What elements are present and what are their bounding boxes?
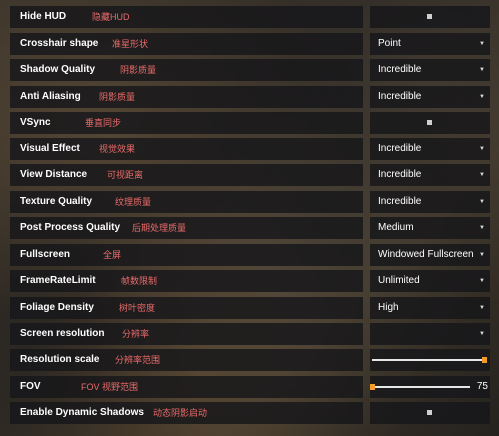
dropdown-value: Incredible (378, 91, 422, 102)
fov-slider[interactable]: 75 (370, 376, 490, 398)
chevron-down-icon: ▼ (479, 278, 485, 284)
setting-label: FrameRateLimit (20, 275, 96, 286)
setting-label-box: Enable Dynamic Shadows 动态阴影启动 (10, 402, 363, 424)
setting-label-box: Shadow Quality 阴影质量 (10, 59, 363, 81)
setting-label-cn: 分辨率范围 (115, 355, 161, 365)
chevron-down-icon: ▼ (479, 305, 485, 311)
visual-effect-dropdown[interactable]: Incredible ▼ (370, 138, 490, 160)
framerate-limit-dropdown[interactable]: Unlimited ▼ (370, 270, 490, 292)
setting-label-cn: 视觉效果 (99, 144, 136, 154)
dropdown-value: Incredible (378, 169, 422, 180)
slider-handle[interactable] (482, 357, 487, 363)
dropdown-value: Incredible (378, 143, 422, 154)
setting-label-box: VSync 垂直同步 (10, 112, 363, 134)
setting-label: VSync (20, 117, 51, 128)
chevron-down-icon: ▼ (479, 331, 485, 337)
setting-label-cn: 树叶密度 (119, 303, 156, 313)
setting-label-box: Anti Aliasing 阴影质量 (10, 86, 363, 108)
slider-track[interactable] (372, 359, 487, 361)
checkbox-icon (427, 14, 432, 19)
chevron-down-icon: ▼ (479, 252, 485, 258)
setting-label: Texture Quality (20, 196, 93, 207)
dropdown-value: Incredible (378, 64, 422, 75)
setting-label: View Distance (20, 169, 88, 180)
setting-label-box: FOV FOV 视野范围 (10, 376, 363, 398)
setting-label: Hide HUD (20, 11, 67, 22)
chevron-down-icon: ▼ (479, 41, 485, 47)
chevron-down-icon: ▼ (479, 199, 485, 205)
setting-label-box: Post Process Quality 后期处理质量 (10, 217, 363, 239)
resolution-scale-slider[interactable] (370, 349, 490, 371)
dropdown-value: High (378, 302, 399, 313)
setting-label-cn: 垂直同步 (85, 118, 122, 128)
setting-label-box: Fullscreen 全屏 (10, 244, 363, 266)
setting-label-cn: 后期处理质量 (132, 223, 187, 233)
checkbox-icon (427, 120, 432, 125)
crosshair-shape-dropdown[interactable]: Point ▼ (370, 33, 490, 55)
slider-track[interactable] (372, 386, 470, 388)
chevron-down-icon: ▼ (479, 67, 485, 73)
dropdown-value: Point (378, 38, 401, 49)
checkbox-icon (427, 410, 432, 415)
hide-hud-checkbox[interactable] (370, 6, 490, 28)
setting-label-cn: 分辨率 (122, 329, 150, 339)
post-process-quality-dropdown[interactable]: Medium ▼ (370, 217, 490, 239)
setting-label: Crosshair shape (20, 38, 99, 49)
setting-label-box: Crosshair shape 准星形状 (10, 33, 363, 55)
setting-label-cn: 纹理质量 (115, 197, 152, 207)
setting-label-cn: 阴影质量 (99, 92, 136, 102)
setting-label-box: Visual Effect 视觉效果 (10, 138, 363, 160)
dropdown-value: Unlimited (378, 275, 420, 286)
chevron-down-icon: ▼ (479, 94, 485, 100)
setting-label-cn: 动态阴影启动 (153, 408, 208, 418)
setting-label: Fullscreen (20, 249, 71, 260)
setting-label: Visual Effect (20, 143, 80, 154)
foliage-density-dropdown[interactable]: High ▼ (370, 297, 490, 319)
setting-label: Post Process Quality (20, 222, 121, 233)
setting-label-cn: 帧数限制 (121, 276, 158, 286)
setting-label-cn: 准星形状 (112, 39, 149, 49)
setting-label-cn: 全屏 (103, 250, 122, 260)
setting-label-box: Foliage Density 树叶密度 (10, 297, 363, 319)
setting-label: FOV (20, 381, 41, 392)
slider-handle[interactable] (370, 384, 375, 390)
setting-label: Shadow Quality (20, 64, 96, 75)
chevron-down-icon: ▼ (479, 225, 485, 231)
setting-label: Resolution scale (20, 354, 100, 365)
dropdown-value: Medium (378, 222, 414, 233)
view-distance-dropdown[interactable]: Incredible ▼ (370, 164, 490, 186)
screen-resolution-dropdown[interactable]: ▼ (370, 323, 490, 345)
texture-quality-dropdown[interactable]: Incredible ▼ (370, 191, 490, 213)
setting-label-cn: FOV 视野范围 (81, 382, 139, 392)
shadow-quality-dropdown[interactable]: Incredible ▼ (370, 59, 490, 81)
setting-label: Enable Dynamic Shadows (20, 407, 144, 418)
setting-label-box: Hide HUD 隐藏HUD (10, 6, 363, 28)
setting-label: Anti Aliasing (20, 91, 81, 102)
dropdown-value: Windowed Fullscreen (378, 249, 474, 260)
dropdown-value: Incredible (378, 196, 422, 207)
setting-label-cn: 阴影质量 (120, 65, 157, 75)
vsync-checkbox[interactable] (370, 112, 490, 134)
setting-label-cn: 隐藏HUD (92, 12, 130, 22)
setting-label: Screen resolution (20, 328, 105, 339)
setting-label-box: Screen resolution 分辨率 (10, 323, 363, 345)
enable-dynamic-shadows-checkbox[interactable] (370, 402, 490, 424)
setting-label-box: View Distance 可视距离 (10, 164, 363, 186)
anti-aliasing-dropdown[interactable]: Incredible ▼ (370, 86, 490, 108)
setting-label-box: Texture Quality 纹理质量 (10, 191, 363, 213)
chevron-down-icon: ▼ (479, 172, 485, 178)
fullscreen-dropdown[interactable]: Windowed Fullscreen ▼ (370, 244, 490, 266)
setting-label-box: FrameRateLimit 帧数限制 (10, 270, 363, 292)
chevron-down-icon: ▼ (479, 146, 485, 152)
setting-label-cn: 可视距离 (107, 170, 144, 180)
fov-value: 75 (476, 381, 488, 392)
setting-label: Foliage Density (20, 302, 94, 313)
setting-label-box: Resolution scale 分辨率范围 (10, 349, 363, 371)
